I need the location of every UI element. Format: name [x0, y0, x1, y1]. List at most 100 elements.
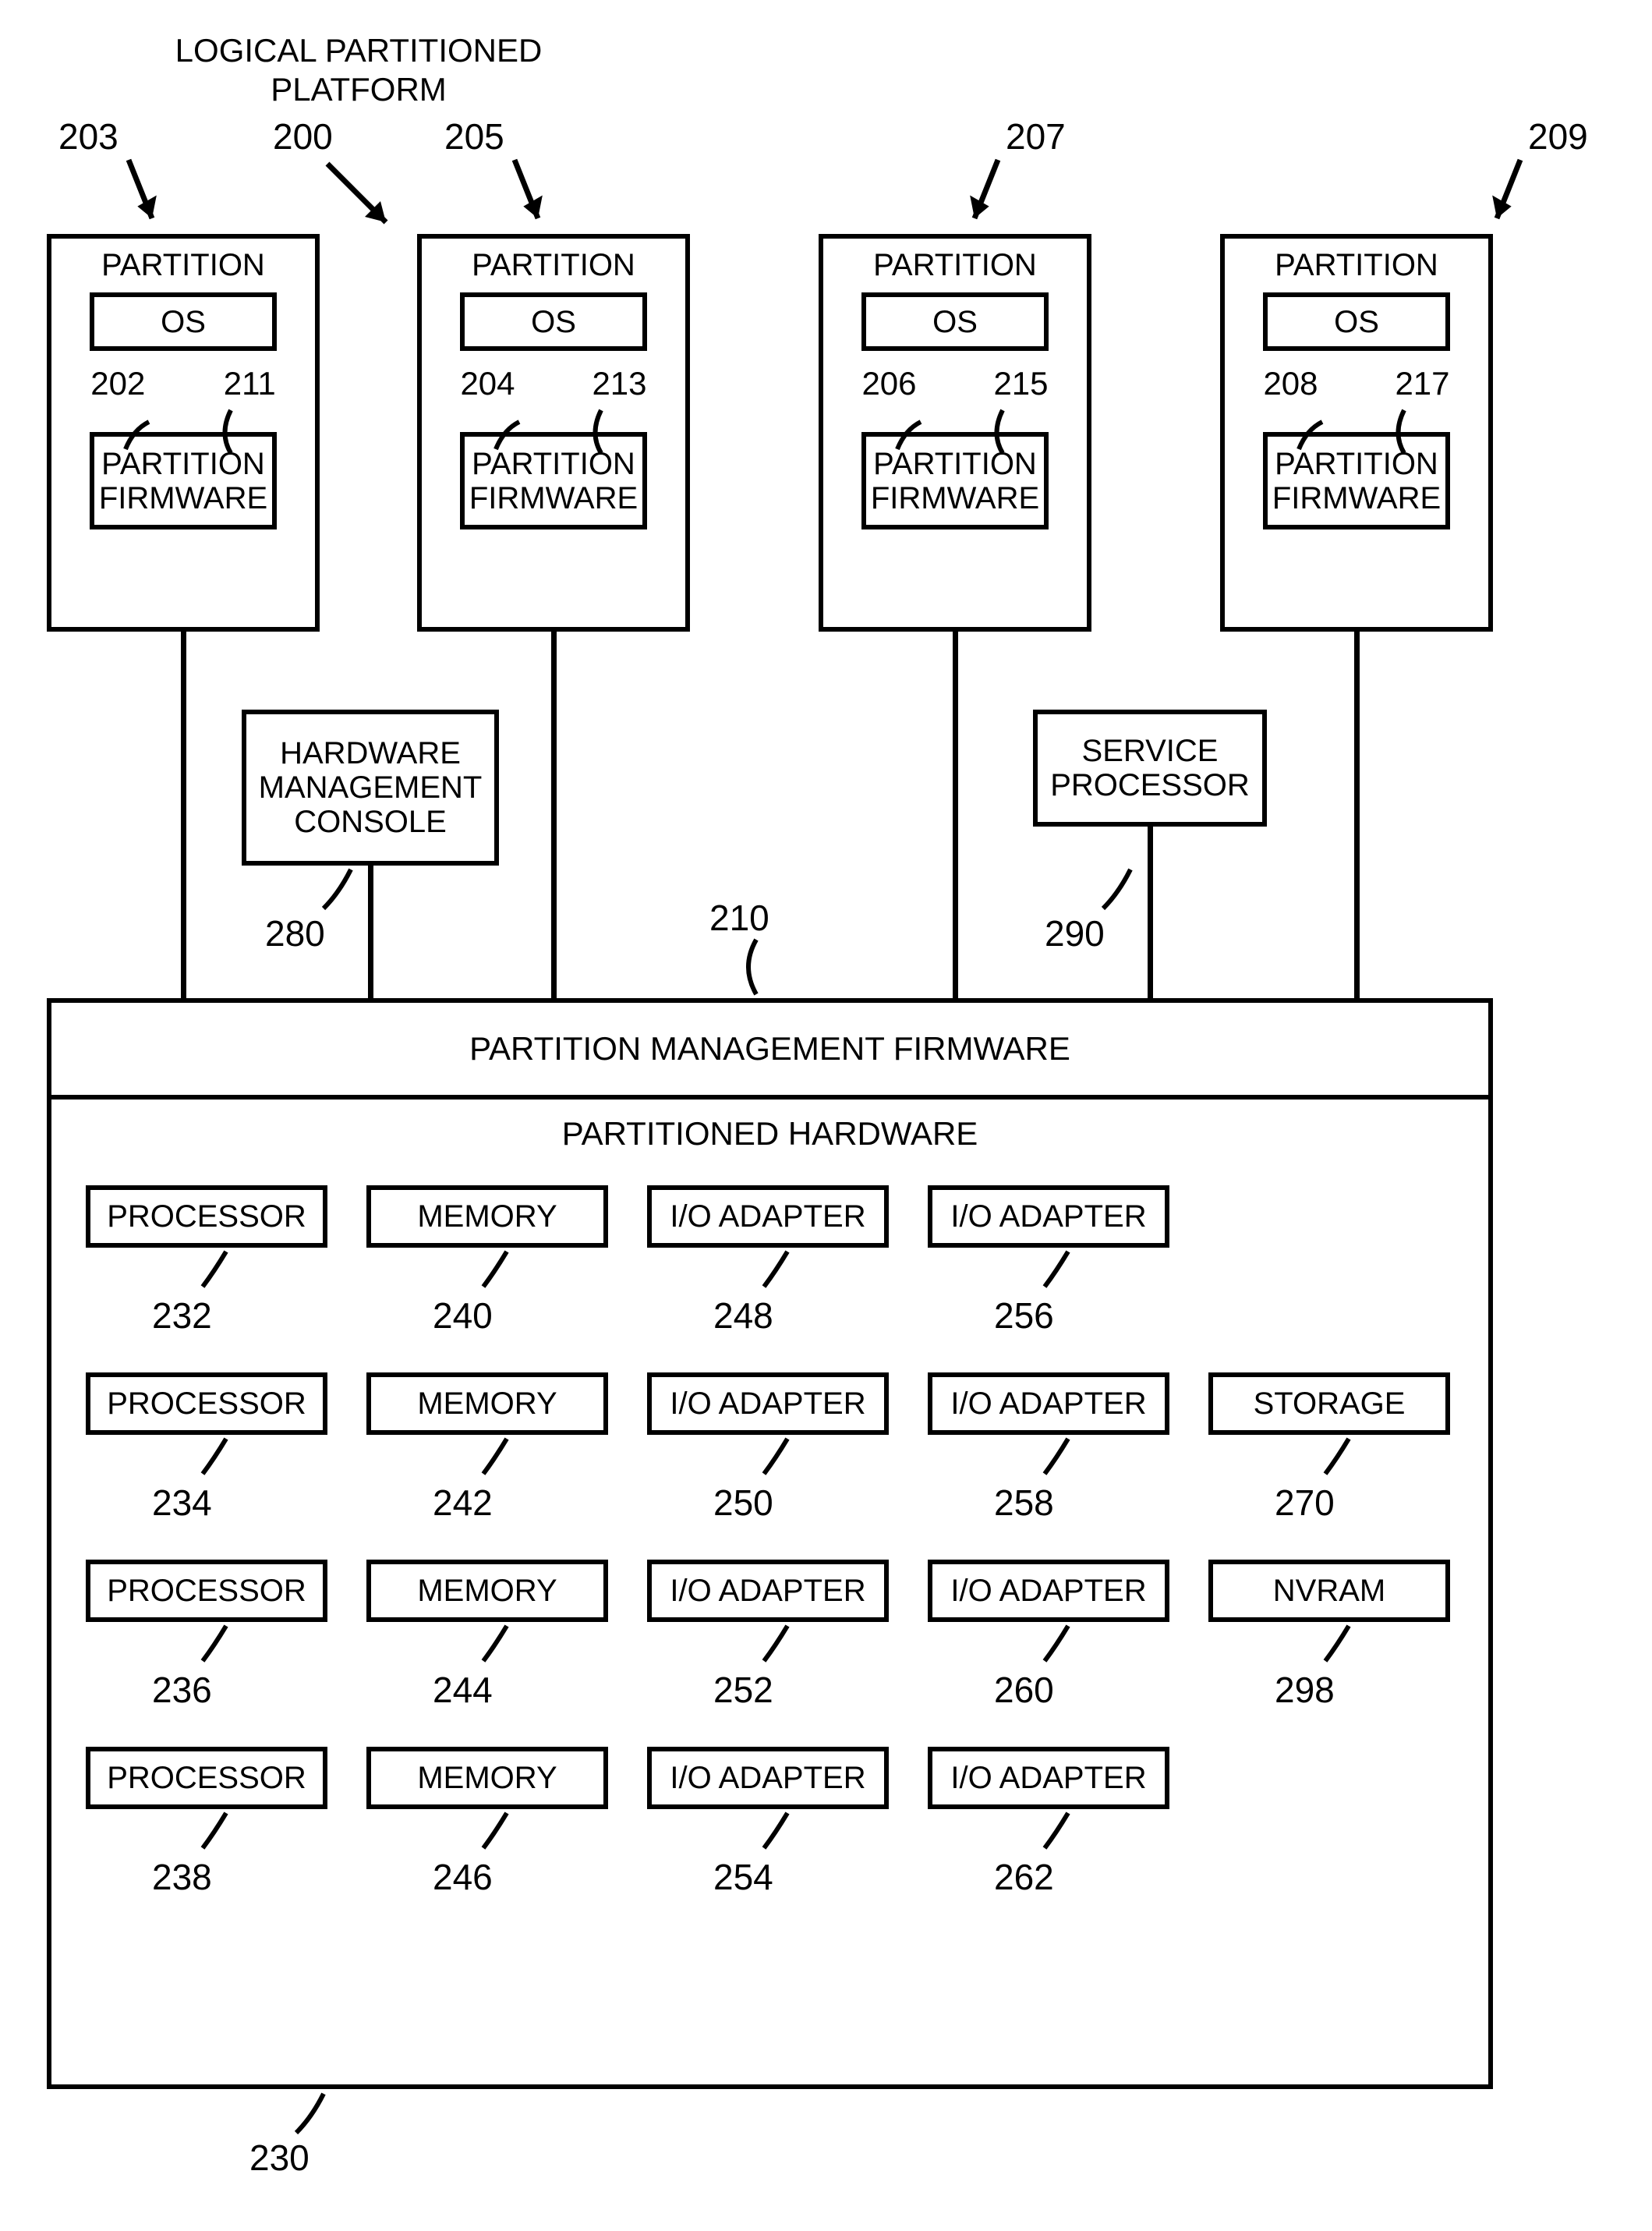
phw-ref: 230 [249, 2137, 310, 2179]
connector-partition-1 [551, 632, 557, 998]
hw-c1-r1-lead-icon [199, 1439, 238, 1482]
partition-arrow-1-icon [491, 160, 554, 238]
hw-c4-r0-box: I/O ADAPTER [928, 1185, 1169, 1248]
partition-ref-2: 207 [1006, 115, 1066, 158]
logical-partitioned-platform-diagram: LOGICAL PARTITIONED PLATFORM 200 203 205… [31, 31, 1621, 2200]
hw-c1-r2-lead-icon [199, 1626, 238, 1669]
hw-c5-r1-lead-icon [1321, 1626, 1360, 1669]
svc-lead-icon [1095, 869, 1142, 916]
hw-c2-r2-ref: 244 [433, 1669, 493, 1711]
partition-box-0: PARTITION OS 202 211 PARTITION FIRMWARE [47, 234, 320, 632]
os-lead-1-icon [488, 410, 535, 457]
hw-c3-r3-lead-icon [760, 1813, 799, 1856]
connector-svc [1148, 827, 1153, 998]
platform-arrow-icon [320, 156, 413, 250]
hw-c2-r1-ref: 242 [433, 1482, 493, 1524]
partition-title-0: PARTITION [101, 248, 265, 283]
hw-c1-r2-box: PROCESSOR [86, 1560, 327, 1622]
hw-c4-r2-lead-icon [1041, 1626, 1080, 1669]
partition-ref-0: 203 [58, 115, 119, 158]
hw-c2-r2-lead-icon [479, 1626, 518, 1669]
pmf-box: PARTITION MANAGEMENT FIRMWARE [47, 998, 1493, 1100]
hw-c3-r0-lead-icon [760, 1252, 799, 1294]
fw-ref-3: 217 [1395, 365, 1449, 402]
svc-box: SERVICE PROCESSOR [1033, 710, 1267, 827]
hw-c1-r3-ref: 238 [152, 1856, 212, 1898]
pmf-lead-icon [733, 940, 780, 1002]
hw-c3-r3-box: I/O ADAPTER [647, 1747, 889, 1809]
hw-c4-r3-box: I/O ADAPTER [928, 1747, 1169, 1809]
phw-title: PARTITIONED HARDWARE [562, 1115, 978, 1153]
fw-lead-3-icon [1381, 410, 1427, 465]
os-lead-0-icon [118, 410, 164, 457]
partition-arrow-3-icon [1466, 160, 1528, 238]
partition-ref-1: 205 [444, 115, 504, 158]
hw-c1-r1-box: PROCESSOR [86, 1372, 327, 1435]
hw-c1-r0-box: PROCESSOR [86, 1185, 327, 1248]
hw-c3-r2-lead-icon [760, 1626, 799, 1669]
hw-c4-r0-ref: 256 [994, 1294, 1054, 1337]
os-ref-1: 204 [460, 365, 515, 402]
partition-title-3: PARTITION [1275, 248, 1438, 283]
hw-c4-r3-lead-icon [1041, 1813, 1080, 1856]
hw-c3-r1-box: I/O ADAPTER [647, 1372, 889, 1435]
fw-lead-1-icon [578, 410, 624, 465]
os-lead-3-icon [1291, 410, 1338, 457]
phw-lead-icon [288, 2094, 335, 2141]
hw-c2-r0-lead-icon [479, 1252, 518, 1294]
partition-box-1: PARTITION OS 204 213 PARTITION FIRMWARE [417, 234, 690, 632]
fw-ref-1: 213 [592, 365, 646, 402]
hmc-box: HARDWARE MANAGEMENT CONSOLE [242, 710, 499, 866]
hw-c2-r3-box: MEMORY [366, 1747, 608, 1809]
hw-c3-r2-ref: 252 [713, 1669, 773, 1711]
connector-partition-3 [1354, 632, 1360, 998]
os-ref-2: 206 [861, 365, 916, 402]
hw-c3-r3-ref: 254 [713, 1856, 773, 1898]
partition-arrow-2-icon [943, 160, 1006, 238]
fw-lead-0-icon [207, 410, 254, 465]
os-box-1: OS [460, 292, 647, 351]
os-box-0: OS [90, 292, 277, 351]
svc-ref: 290 [1045, 912, 1105, 954]
connector-partition-0 [181, 632, 186, 998]
hw-c2-r3-lead-icon [479, 1813, 518, 1856]
hw-c4-r1-lead-icon [1041, 1439, 1080, 1482]
hw-c4-r3-ref: 262 [994, 1856, 1054, 1898]
fw-ref-2: 215 [993, 365, 1048, 402]
fw-ref-0: 211 [224, 365, 276, 402]
os-box-2: OS [861, 292, 1049, 351]
hw-c2-r2-box: MEMORY [366, 1560, 608, 1622]
hw-c5-r0-lead-icon [1321, 1439, 1360, 1482]
hw-c2-r3-ref: 246 [433, 1856, 493, 1898]
pmf-ref: 210 [709, 897, 769, 939]
hw-c1-r0-ref: 232 [152, 1294, 212, 1337]
partition-ref-3: 209 [1528, 115, 1588, 158]
hw-c5-r0-ref: 270 [1275, 1482, 1335, 1524]
platform-title: LOGICAL PARTITIONED PLATFORM [156, 31, 561, 110]
partition-title-1: PARTITION [472, 248, 635, 283]
hmc-ref: 280 [265, 912, 325, 954]
hw-c3-r0-box: I/O ADAPTER [647, 1185, 889, 1248]
hw-c3-r1-ref: 250 [713, 1482, 773, 1524]
partition-arrow-0-icon [105, 160, 168, 238]
os-box-3: OS [1263, 292, 1450, 351]
hw-c3-r2-box: I/O ADAPTER [647, 1560, 889, 1622]
hw-c1-r3-box: PROCESSOR [86, 1747, 327, 1809]
partition-title-2: PARTITION [873, 248, 1037, 283]
hw-c1-r2-ref: 236 [152, 1669, 212, 1711]
hw-c3-r0-ref: 248 [713, 1294, 773, 1337]
os-lead-2-icon [890, 410, 936, 457]
hw-c2-r1-box: MEMORY [366, 1372, 608, 1435]
hmc-lead-icon [316, 869, 363, 916]
hw-c2-r0-box: MEMORY [366, 1185, 608, 1248]
hw-c4-r2-ref: 260 [994, 1669, 1054, 1711]
os-ref-3: 208 [1263, 365, 1318, 402]
hw-c5-r0-box: STORAGE [1208, 1372, 1450, 1435]
hw-c4-r1-ref: 258 [994, 1482, 1054, 1524]
hw-c5-r1-box: NVRAM [1208, 1560, 1450, 1622]
hw-c2-r0-ref: 240 [433, 1294, 493, 1337]
os-ref-0: 202 [90, 365, 145, 402]
hw-c1-r3-lead-icon [199, 1813, 238, 1856]
hw-c5-r1-ref: 298 [1275, 1669, 1335, 1711]
fw-lead-2-icon [979, 410, 1026, 465]
